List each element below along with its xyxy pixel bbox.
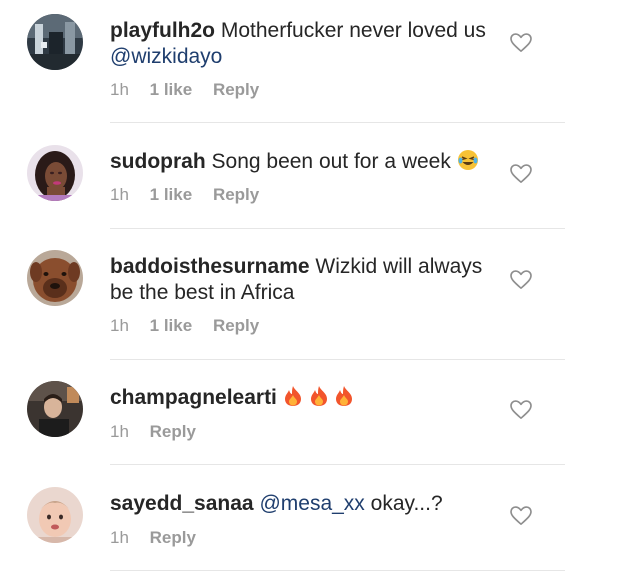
comment-time: 1h [110, 422, 129, 441]
comment-username[interactable]: sudoprah [110, 150, 206, 173]
comment-text: Song been out for a week [211, 150, 451, 173]
heart-icon[interactable] [510, 164, 532, 184]
comment-username[interactable]: sayedd_sanaa [110, 492, 254, 515]
fire-icon [284, 386, 301, 406]
heart-icon[interactable] [510, 33, 532, 53]
divider [110, 228, 565, 229]
reply-button[interactable]: Reply [213, 316, 259, 335]
comment-body: baddoisthesurname Wizkid will always be … [110, 254, 495, 306]
comment-likes[interactable]: 1 like [150, 185, 193, 204]
comment-meta: 1h 1 like Reply [110, 185, 275, 205]
comment-time: 1h [110, 185, 129, 204]
comment-username[interactable]: playfulh2o [110, 19, 215, 42]
divider [110, 359, 565, 360]
comment-meta: 1h Reply [110, 528, 212, 548]
heart-icon[interactable] [510, 270, 532, 290]
fire-icon [310, 386, 327, 406]
comment-likes[interactable]: 1 like [150, 80, 193, 99]
comment-time: 1h [110, 528, 129, 547]
divider [110, 570, 565, 571]
comment-mention[interactable]: @mesa_xx [259, 492, 364, 515]
fire-emojis [283, 386, 355, 409]
laughing-crying-face-icon [457, 150, 478, 170]
comment-likes[interactable]: 1 like [150, 316, 193, 335]
comment-time: 1h [110, 80, 129, 99]
comment-time: 1h [110, 316, 129, 335]
comment-text: okay...? [370, 492, 443, 515]
comment-mention[interactable]: @wizkidayo [110, 45, 222, 68]
comment-meta: 1h Reply [110, 422, 212, 442]
comment-body: sudoprah Song been out for a week [110, 149, 495, 175]
comment-username[interactable]: champagnelearti [110, 386, 277, 409]
comment-body: playfulh2o Motherfucker never loved us @… [110, 18, 495, 70]
avatar[interactable] [27, 250, 83, 306]
avatar[interactable] [27, 14, 83, 70]
avatar[interactable] [27, 145, 83, 201]
heart-icon[interactable] [510, 400, 532, 420]
divider [110, 122, 565, 123]
comment-meta: 1h 1 like Reply [110, 80, 275, 100]
comment-meta: 1h 1 like Reply [110, 316, 275, 336]
comment-username[interactable]: baddoisthesurname [110, 255, 310, 278]
comment-body: champagnelearti [110, 385, 495, 411]
reply-button[interactable]: Reply [213, 80, 259, 99]
comment-text: Motherfucker never loved us [220, 19, 486, 42]
reply-button[interactable]: Reply [150, 528, 196, 547]
comment-body: sayedd_sanaa @mesa_xx okay...? [110, 491, 495, 517]
reply-button[interactable]: Reply [213, 185, 259, 204]
reply-button[interactable]: Reply [150, 422, 196, 441]
avatar[interactable] [27, 381, 83, 437]
fire-icon [336, 386, 353, 406]
avatar[interactable] [27, 487, 83, 543]
heart-icon[interactable] [510, 506, 532, 526]
divider [110, 464, 565, 465]
